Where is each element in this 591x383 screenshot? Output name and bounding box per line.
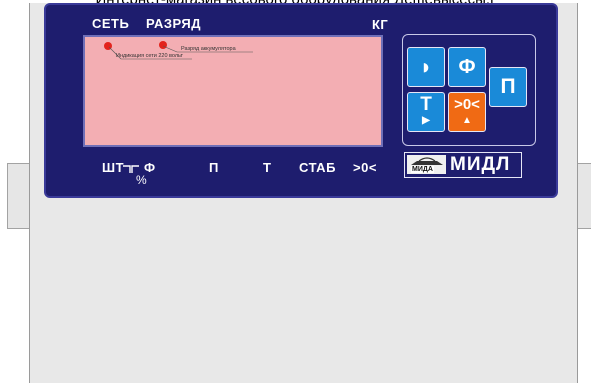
p-button-label: П xyxy=(500,75,516,98)
p-label: П xyxy=(209,160,219,175)
unit-label: КГ xyxy=(372,17,389,32)
phi-button[interactable]: Ф xyxy=(448,47,486,87)
p-button[interactable]: П xyxy=(489,67,527,107)
discharge-label: РАЗРЯД xyxy=(146,16,202,31)
t-label: Т xyxy=(263,160,272,175)
brand-name: МИДЛ xyxy=(450,154,511,175)
tare-button-label: Т xyxy=(420,94,432,115)
stab-label: СТАБ xyxy=(299,160,336,175)
lcd-display: Разряд аккумулятора Индикация сети 220 в… xyxy=(83,35,383,147)
zero-arrow-icon: ▲ xyxy=(462,115,472,126)
zero-button[interactable]: >0< ▲ xyxy=(448,92,486,132)
phi-label: Ф xyxy=(144,160,156,175)
phi-button-label: Ф xyxy=(458,56,476,78)
scale-logo-icon: МИДА xyxy=(407,155,446,174)
tare-arrow-icon: ▶ xyxy=(422,115,430,126)
tare-button[interactable]: Т ▶ xyxy=(407,92,445,132)
percent-label: % xyxy=(136,173,148,187)
power-icon: ◗ xyxy=(419,54,433,79)
zero-label: >0< xyxy=(353,160,377,175)
power-button[interactable]: ◗ xyxy=(407,47,445,87)
indicator-panel: СЕТЬ РАЗРЯД КГ Разряд аккумулятора Индик… xyxy=(44,3,558,198)
pcs-label: ШТ xyxy=(102,160,125,175)
logo-badge-text: МИДА xyxy=(411,166,434,173)
mains-annotation: Индикация сети 220 вольт xyxy=(116,53,183,59)
zero-button-label: >0< xyxy=(454,96,480,113)
battery-annotation: Разряд аккумулятора xyxy=(181,46,236,52)
brand-logo: МИДА МИДЛ xyxy=(404,152,522,178)
network-label: СЕТЬ xyxy=(92,16,130,31)
